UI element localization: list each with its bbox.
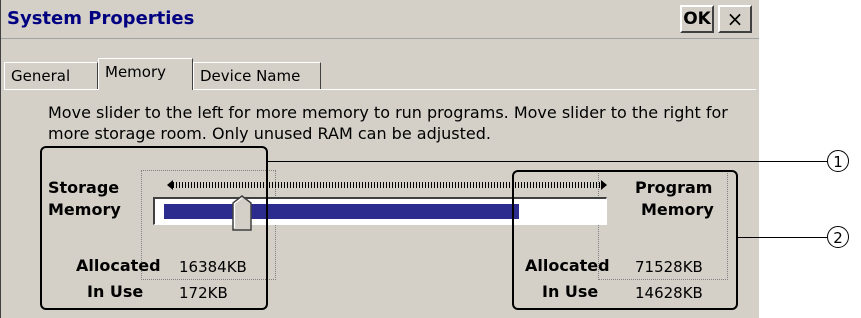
title-bar: System Properties OK × <box>1 0 759 39</box>
storage-allocated-value: 16384KB <box>179 258 247 276</box>
tab-general[interactable]: General <box>4 62 98 89</box>
program-allocated-value: 71528KB <box>635 258 703 276</box>
program-inuse-label: In Use <box>542 282 599 301</box>
slider-tick-marks <box>173 182 601 188</box>
storage-memory-label-2: Memory <box>48 200 121 219</box>
tab-device-name[interactable]: Device Name <box>193 62 321 89</box>
system-properties-window: System Properties OK × General Memory De… <box>0 0 759 318</box>
callout-marker-1: 1 <box>827 150 849 172</box>
close-button[interactable]: × <box>718 5 752 33</box>
program-memory-label-1: Program <box>635 178 713 197</box>
window-title: System Properties <box>7 8 195 29</box>
program-allocated-label: Allocated <box>525 256 610 275</box>
memory-description: Move slider to the left for more memory … <box>48 103 728 143</box>
slider-left-arrow-icon <box>167 180 173 190</box>
ok-button[interactable]: OK <box>680 5 714 33</box>
callout-leader-2 <box>738 237 827 238</box>
memory-slider[interactable] <box>153 197 607 225</box>
callout-marker-2: 2 <box>827 226 849 248</box>
program-inuse-value: 14628KB <box>635 284 703 302</box>
slider-thumb[interactable] <box>232 195 252 231</box>
storage-allocated-label: Allocated <box>76 256 161 275</box>
memory-slider-fill <box>164 204 519 219</box>
callout-leader-1 <box>268 161 827 162</box>
program-memory-label-2: Memory <box>641 200 714 219</box>
tab-memory[interactable]: Memory <box>98 58 193 90</box>
storage-memory-label-1: Storage <box>48 178 120 197</box>
storage-inuse-value: 172KB <box>179 284 228 302</box>
storage-inuse-label: In Use <box>87 282 144 301</box>
slider-right-arrow-icon <box>601 180 607 190</box>
